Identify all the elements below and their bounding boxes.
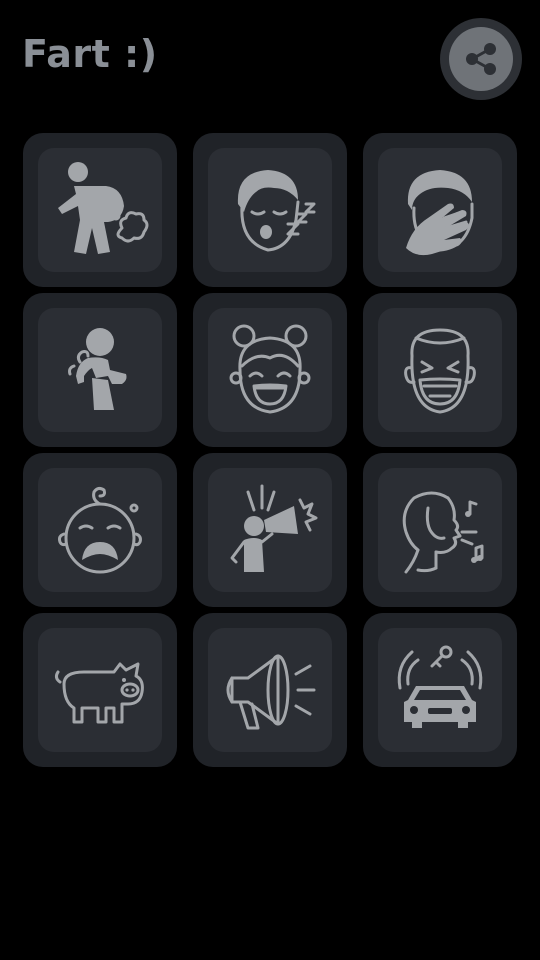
sound-button-face (378, 628, 502, 752)
sound-button-whistle[interactable] (363, 453, 517, 607)
face-palm-icon (406, 170, 474, 256)
sound-button-face (38, 468, 162, 592)
sound-button-snore[interactable] (193, 133, 347, 287)
person-megaphone-icon (230, 484, 318, 572)
laughing-girl-icon (229, 324, 311, 414)
sound-button-face (38, 628, 162, 752)
share-button[interactable] (440, 18, 522, 100)
sound-grid (23, 133, 517, 767)
sound-button-pig[interactable] (23, 613, 177, 767)
sound-button-fart[interactable] (23, 133, 177, 287)
sound-button-face (208, 148, 332, 272)
sound-button-face (208, 628, 332, 752)
sound-button-shout[interactable] (193, 453, 347, 607)
app-screen: Fart :) (0, 0, 540, 960)
sound-button-face (38, 148, 162, 272)
person-whistling-icon (402, 491, 484, 574)
car-alarm-icon (397, 645, 483, 728)
sound-button-man-laugh[interactable] (363, 293, 517, 447)
pig-icon (54, 662, 144, 724)
sound-button-face (38, 308, 162, 432)
sleeping-face-icon (237, 170, 316, 252)
sound-button-baby-cry[interactable] (23, 453, 177, 607)
crying-baby-icon (58, 486, 142, 574)
sound-button-face (208, 308, 332, 432)
app-title: Fart :) (22, 32, 158, 76)
sound-button-horn[interactable] (193, 613, 347, 767)
sound-button-face (378, 468, 502, 592)
share-icon (466, 43, 496, 75)
sound-button-girl-laugh[interactable] (193, 293, 347, 447)
sound-button-car-alarm[interactable] (363, 613, 517, 767)
sound-button-face (208, 468, 332, 592)
share-button-face (449, 27, 513, 91)
sound-button-cough[interactable] (23, 293, 177, 447)
sound-button-facepalm[interactable] (363, 133, 517, 287)
person-coughing-icon (68, 328, 127, 410)
megaphone-icon (226, 654, 316, 730)
person-farting-icon (58, 162, 149, 254)
sound-button-face (378, 308, 502, 432)
sound-button-face (378, 148, 502, 272)
laughing-man-icon (404, 328, 476, 414)
